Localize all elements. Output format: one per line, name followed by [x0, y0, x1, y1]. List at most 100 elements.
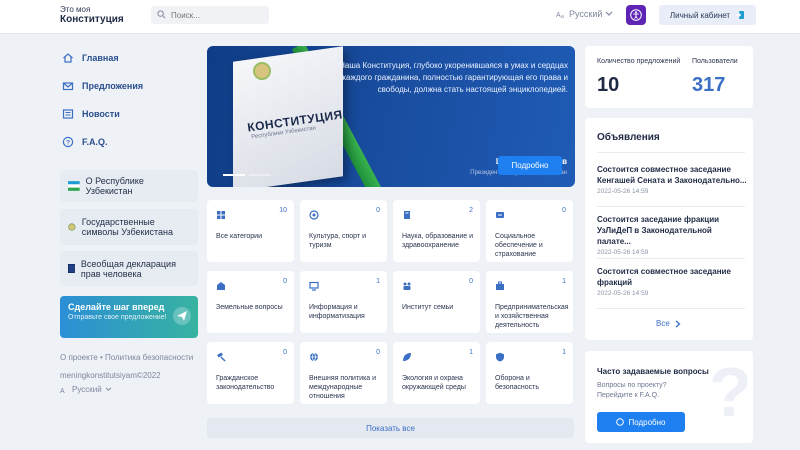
- mail-icon: [62, 82, 74, 91]
- flag-icon: [68, 181, 80, 191]
- category-tile[interactable]: 0 Социальное обеспечение и страхование: [486, 200, 573, 262]
- category-label: Социальное обеспечение и страхование: [495, 233, 543, 258]
- users-count-value: 317: [692, 74, 726, 96]
- category-tile[interactable]: 0 Институт семьи: [393, 271, 480, 333]
- category-count: 2: [469, 207, 473, 214]
- proposals-count-label: Количество предложений: [597, 58, 681, 65]
- site-logo[interactable]: Это моя Конституция: [60, 5, 124, 25]
- about-republic-label: О Республике Узбекистан: [85, 176, 144, 196]
- footer-language-label: Русский: [72, 385, 102, 394]
- footer-links[interactable]: О проекте • Политика безопасности: [60, 353, 193, 362]
- search-icon: [157, 10, 166, 19]
- category-label: Оборона и безопасность: [495, 375, 539, 391]
- sidebar-item-home[interactable]: Главная: [62, 52, 202, 64]
- category-tile[interactable]: 1 Предпринимательская и хозяйственная дея…: [486, 271, 573, 333]
- hero-banner: КОНСТИТУЦИЯ Республики Узбекистан Наша К…: [207, 46, 575, 187]
- category-label: Предпринимательская и хозяйственная деят…: [495, 304, 569, 329]
- announcement-item[interactable]: Состоится совместное заседание Кенгашей …: [597, 164, 747, 195]
- category-tile[interactable]: 0 Земельные вопросы: [207, 271, 294, 333]
- category-count: 0: [376, 207, 380, 214]
- announcements-title: Объявления: [597, 132, 660, 143]
- category-count: 0: [283, 349, 287, 356]
- announcement-item[interactable]: Состоится заседание фракции УзЛиДеП в За…: [597, 214, 747, 256]
- category-tile[interactable]: 0 Внешняя политика и международные отноше…: [300, 342, 387, 404]
- copyright: meningkonstitutsiyam©2022: [60, 371, 161, 380]
- faq-card: ? Часто задаваемые вопросы Вопросы по пр…: [585, 351, 753, 443]
- category-count: 1: [562, 278, 566, 285]
- shield-icon: [496, 352, 504, 362]
- top-bar: Это моя Конституция Aa Русский Личный ка…: [0, 0, 800, 34]
- category-label: Земельные вопросы: [216, 304, 283, 311]
- category-count: 1: [469, 349, 473, 356]
- science-icon: [404, 211, 410, 219]
- promo-banner[interactable]: Сделайте шаг вперед Отправьте свое предл…: [60, 296, 198, 338]
- show-all-button[interactable]: Показать все: [207, 418, 574, 438]
- category-count: 0: [376, 349, 380, 356]
- announcement-date: 2022-05-26 14:59: [597, 188, 649, 195]
- accessibility-button[interactable]: [626, 5, 646, 25]
- emblem-icon: [253, 62, 271, 80]
- sidebar-item-label: Главная: [82, 53, 119, 63]
- sidebar-item-news[interactable]: Новости: [62, 108, 202, 120]
- translate-icon: A: [60, 388, 65, 394]
- sidebar-item-proposals[interactable]: Предложения: [62, 80, 202, 92]
- divider: [597, 258, 745, 259]
- announcement-date: 2022-05-26 14:59: [597, 249, 649, 256]
- cabinet-label: Личный кабинет: [669, 10, 731, 20]
- svg-text:A: A: [60, 388, 65, 394]
- category-tile[interactable]: 1 Оборона и безопасность: [486, 342, 573, 404]
- category-tile[interactable]: 0 Культура, спорт и туризм: [300, 200, 387, 262]
- announcements-all-link[interactable]: Все: [656, 319, 681, 328]
- send-icon: [173, 307, 191, 325]
- category-count: 0: [469, 278, 473, 285]
- category-count: 0: [283, 278, 287, 285]
- category-tile[interactable]: 2 Наука, образование и здравоохранение: [393, 200, 480, 262]
- announcement-item[interactable]: Состоится совместное заседание фракций 2…: [597, 266, 747, 297]
- land-icon: [217, 282, 225, 290]
- sidebar-item-label: F.A.Q.: [82, 137, 108, 147]
- personal-cabinet-button[interactable]: Личный кабинет: [659, 5, 756, 25]
- social-icon: [496, 212, 504, 218]
- announcement-date: 2022-05-26 14:59: [597, 290, 649, 297]
- monitor-icon: [309, 281, 319, 291]
- hero-more-button[interactable]: Подробно: [498, 156, 562, 175]
- news-icon: [62, 109, 74, 119]
- search-box[interactable]: [151, 6, 269, 24]
- carousel-indicators[interactable]: [223, 174, 271, 176]
- announcements-card: Объявления Состоится совместное заседани…: [585, 118, 753, 340]
- info-icon: [616, 418, 625, 426]
- culture-icon: [309, 210, 319, 220]
- category-count: 10: [279, 207, 287, 214]
- divider: [597, 206, 745, 207]
- category-tile[interactable]: 0 Гражданское законодательство: [207, 342, 294, 404]
- category-tile[interactable]: 1 Информация и информатизация: [300, 271, 387, 333]
- language-selector[interactable]: Aa Русский: [556, 9, 613, 19]
- chevron-right-icon: [675, 320, 681, 327]
- human-rights-declaration-link[interactable]: Всеобщая декларация прав человека: [60, 251, 198, 286]
- sidebar-item-faq[interactable]: ? F.A.Q.: [62, 136, 202, 148]
- category-label: Информация и информатизация: [309, 304, 365, 320]
- category-count: 1: [562, 349, 566, 356]
- emblem-icon: [68, 223, 76, 231]
- question-mark-icon: ?: [709, 353, 752, 431]
- gavel-icon: [217, 352, 226, 362]
- faq-more-button[interactable]: Подробно: [597, 412, 685, 432]
- help-icon: ?: [62, 136, 74, 148]
- state-symbols-link[interactable]: Государственные символы Узбекистана: [60, 209, 198, 245]
- about-republic-link[interactable]: О Республике Узбекистан: [60, 170, 198, 202]
- faq-subtitle: Вопросы по проекту? Перейдите к F.A.Q.: [597, 382, 667, 399]
- logo-line2: Конституция: [60, 14, 124, 25]
- category-label: Гражданское законодательство: [216, 375, 275, 391]
- accessibility-icon: [630, 9, 642, 21]
- announcement-title: Состоится совместное заседание фракций: [597, 267, 731, 287]
- category-tile[interactable]: 10 Все категории: [207, 200, 294, 262]
- human-rights-declaration-label: Всеобщая декларация прав человека: [80, 258, 176, 279]
- faq-title: Часто задаваемые вопросы: [597, 367, 709, 376]
- footer-language-selector[interactable]: A Русский: [60, 385, 112, 394]
- search-input[interactable]: [171, 8, 263, 22]
- family-icon: [403, 282, 411, 290]
- category-count: 1: [376, 278, 380, 285]
- hero-quote: Наша Конституция, глубоко укоренившаяся …: [339, 61, 568, 94]
- category-tile[interactable]: 1 Экология и охрана окружающей среды: [393, 342, 480, 404]
- book-icon: [68, 264, 75, 273]
